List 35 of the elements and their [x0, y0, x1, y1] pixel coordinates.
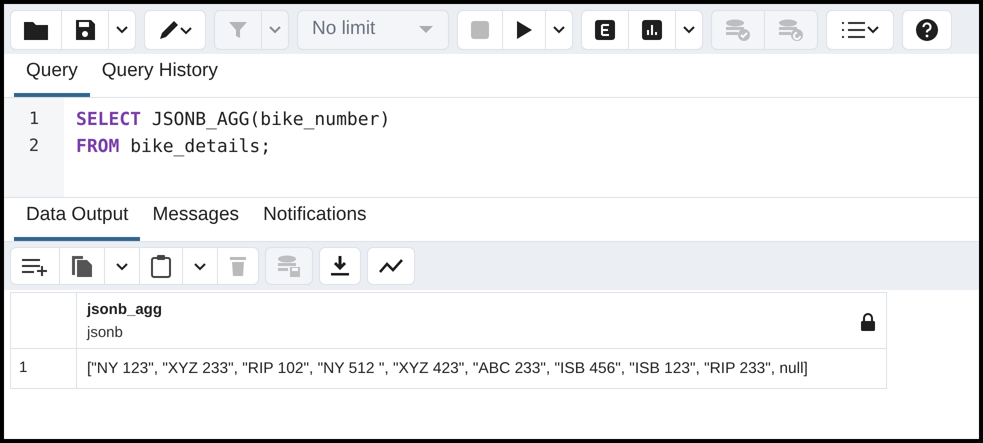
database-save-icon	[276, 254, 302, 278]
explain-icon	[594, 18, 616, 40]
bar-chart-icon	[641, 18, 663, 40]
caret-icon	[115, 25, 129, 34]
download-icon	[330, 255, 350, 277]
add-row-icon	[21, 256, 49, 276]
play-icon	[515, 20, 533, 40]
column-name: jsonb_agg	[87, 300, 162, 320]
save-icon	[74, 18, 96, 40]
column-type: jsonb	[87, 322, 124, 342]
code-line: FROM bike_details;	[76, 135, 272, 159]
line-number: 1	[28, 108, 40, 131]
row-number: 1	[10, 348, 76, 388]
database-undo-icon	[777, 18, 805, 42]
pencil-icon	[157, 18, 193, 40]
dropdown-caret-icon	[418, 25, 434, 34]
trash-icon	[228, 255, 248, 277]
table-cell: ["NY 123", "XYZ 233", "RIP 102", "NY 512 ", "XYZ 423", "ABC 233", "ISB 456", "ISB 123", "RIP 233", null]	[76, 348, 886, 388]
limit-text: No limit	[312, 17, 376, 42]
code-line: SELECT JSONB_AGG(bike_number)	[76, 108, 390, 132]
caret-icon	[552, 25, 566, 34]
copy-icon	[70, 254, 94, 278]
tab[interactable]: Notifications	[251, 200, 379, 241]
caret-icon	[193, 262, 207, 270]
tab[interactable]: Query History	[90, 56, 230, 97]
caret-icon	[682, 25, 696, 34]
stop-icon	[470, 20, 490, 40]
clipboard-icon	[150, 254, 172, 278]
line-number: 2	[28, 135, 40, 158]
line-graph-icon	[378, 257, 404, 275]
help-icon	[915, 18, 939, 42]
caret-icon	[115, 262, 129, 270]
caret-icon	[268, 25, 282, 34]
database-check-icon	[724, 18, 752, 42]
tab[interactable]: Messages	[140, 200, 252, 241]
